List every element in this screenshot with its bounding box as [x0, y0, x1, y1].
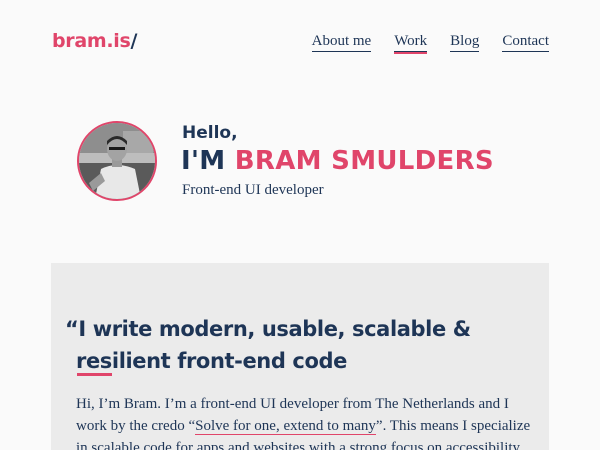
main-nav: About me Work Blog Contact: [311, 32, 549, 54]
page-title: I'M BRAM SMULDERS: [181, 145, 494, 177]
nav-link-contact[interactable]: Contact: [502, 32, 549, 52]
nav-link-blog[interactable]: Blog: [450, 32, 480, 52]
name-full: BRAM SMULDERS: [234, 146, 494, 176]
nav-link-about[interactable]: About me: [311, 32, 372, 52]
site-logo[interactable]: bram.is/: [52, 30, 137, 52]
nav-link-work[interactable]: Work: [394, 32, 428, 54]
intro-section: Hello, I'M BRAM SMULDERS Front-end UI de…: [77, 121, 497, 201]
quote-heading: “I write modern, usable, scalable & resi…: [65, 313, 485, 377]
about-card: “I write modern, usable, scalable & resi…: [51, 263, 549, 450]
greeting: Hello,: [182, 123, 238, 143]
site-header: bram.is/ About me Work Blog Contact: [52, 30, 549, 54]
logo-slash: /: [130, 30, 138, 52]
job-title: Front-end UI developer: [182, 182, 324, 198]
quote-line-1: “I write modern, usable, scalable &: [65, 317, 471, 341]
quote-divider: [77, 373, 112, 376]
name-prefix: I'M: [181, 146, 226, 176]
avatar: [77, 121, 157, 201]
logo-text: bram.is: [52, 30, 131, 52]
intro-paragraph: Hi, I’m Bram. I’m a front-end UI develop…: [76, 393, 536, 450]
quote-line-2: resilient front-end code: [76, 349, 347, 373]
credo-link[interactable]: Solve for one, extend to many: [195, 418, 376, 435]
